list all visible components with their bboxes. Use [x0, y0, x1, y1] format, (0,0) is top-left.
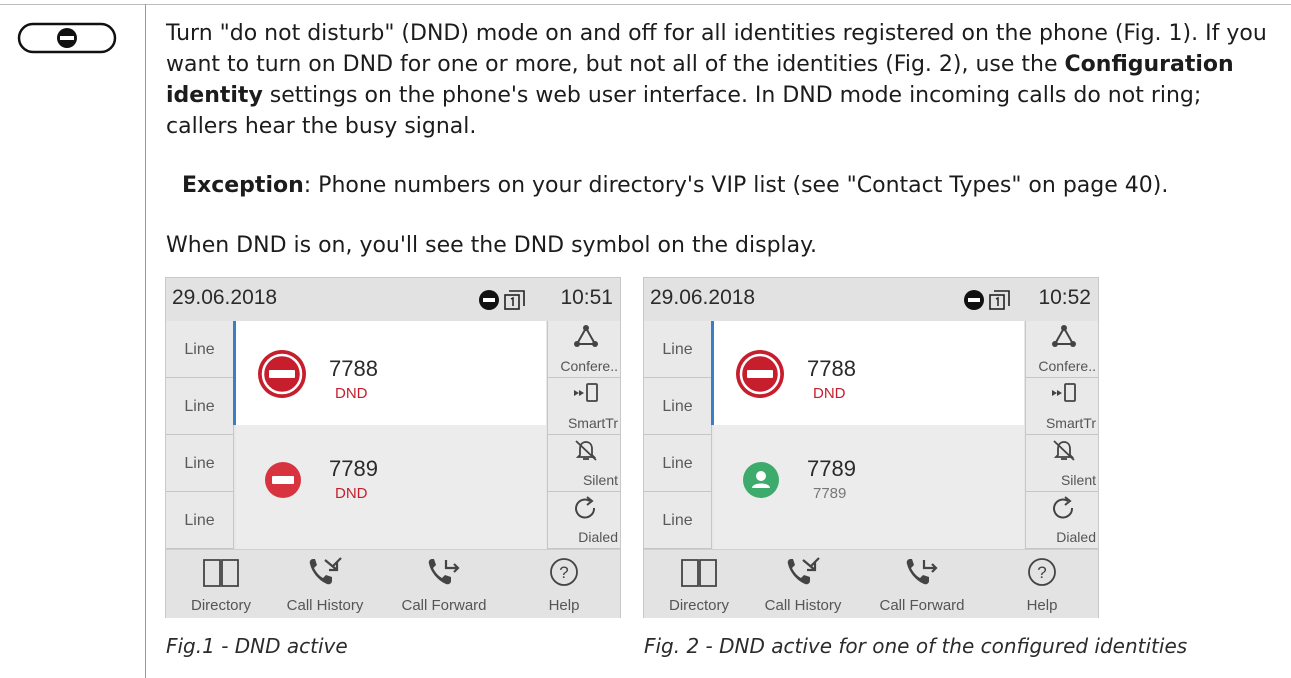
status-time: 10:52	[1038, 286, 1091, 309]
call-status: 7789	[813, 485, 847, 502]
dnd-status-icon	[736, 350, 784, 398]
status-date: 29.06.2018	[172, 286, 278, 309]
call-forward-icon	[906, 559, 938, 585]
help-button[interactable]: ? Help	[509, 550, 619, 618]
directory-icon	[203, 559, 239, 587]
conference-icon	[1052, 325, 1076, 347]
call-number: 7788	[329, 356, 378, 381]
line-key[interactable]: Line	[166, 492, 234, 549]
conference-softkey[interactable]: Confere..	[1025, 321, 1098, 378]
line-key[interactable]: Line	[644, 378, 712, 435]
dnd-status-icon	[479, 290, 499, 310]
line-key[interactable]: Line	[166, 321, 234, 378]
figure2-caption: Fig. 2 - DND active for one of the confi…	[644, 634, 1188, 658]
identity-icon	[989, 290, 1010, 310]
conference-icon	[574, 325, 598, 347]
call-forward-button[interactable]: Call Forward	[389, 550, 499, 618]
dialed-softkey[interactable]: Dialed	[547, 492, 620, 549]
status-date: 29.06.2018	[650, 286, 756, 309]
dnd-status-icon	[258, 350, 306, 398]
dnd-status-icon	[964, 290, 984, 310]
line-key[interactable]: Line	[644, 321, 712, 378]
svg-text:?: ?	[1037, 563, 1046, 582]
dnd-key-icon	[17, 22, 117, 54]
call-list: 7788 DND 7789 7789	[714, 321, 1024, 549]
line-key[interactable]: Line	[644, 435, 712, 492]
line-key[interactable]: Line	[644, 492, 712, 549]
exception-note: Exception: Phone numbers on your directo…	[182, 173, 1169, 198]
call-number: 7788	[807, 356, 856, 381]
conference-softkey[interactable]: Confere..	[547, 321, 620, 378]
silent-icon	[575, 440, 597, 461]
help-icon: ?	[550, 558, 578, 586]
svg-text:?: ?	[559, 563, 568, 582]
silent-softkey[interactable]: Silent	[547, 435, 620, 492]
help-button[interactable]: ? Help	[987, 550, 1097, 618]
top-rule	[0, 4, 1291, 5]
column-rule	[145, 4, 146, 678]
silent-icon	[1053, 440, 1075, 461]
call-status: DND	[335, 385, 368, 402]
dialed-icon	[575, 496, 596, 519]
call-history-button[interactable]: Call History	[270, 550, 380, 618]
bottom-bar: Directory Call History Call Forward ? He…	[644, 549, 1098, 618]
call-entry[interactable]: 7788 DND	[714, 321, 1024, 425]
smart-transfer-icon	[1052, 383, 1076, 402]
dialed-icon	[1053, 496, 1074, 519]
dnd-display-note: When DND is on, you'll see the DND symbo…	[166, 233, 818, 258]
call-forward-button[interactable]: Call Forward	[867, 550, 977, 618]
smart-transfer-icon	[574, 383, 598, 402]
softkey-column: Confere.. SmartTr Silent Dialed	[1025, 321, 1098, 549]
call-entry[interactable]: 7788 DND	[236, 321, 546, 425]
dialed-softkey[interactable]: Dialed	[1025, 492, 1098, 549]
call-status: DND	[335, 485, 368, 502]
call-status: DND	[813, 385, 846, 402]
softkey-column: Confere.. SmartTr Silent Dialed	[547, 321, 620, 549]
call-history-icon	[309, 557, 342, 585]
line-key[interactable]: Line	[166, 378, 234, 435]
call-list: 7788 DND 7789 DND	[236, 321, 546, 549]
directory-button[interactable]: Directory	[644, 550, 754, 618]
line-keys: Line Line Line Line	[166, 321, 234, 549]
dnd-description: Turn "do not disturb" (DND) mode on and …	[166, 21, 1267, 139]
phone-screen-fig1: 29.06.2018 10:51 Line Line Line Line 778…	[165, 277, 621, 618]
call-entry[interactable]: 7789 7789	[714, 425, 1024, 549]
line-key[interactable]: Line	[166, 435, 234, 492]
call-forward-icon	[428, 559, 460, 585]
status-bar: 29.06.2018 10:52	[644, 278, 1098, 321]
smart-transfer-softkey[interactable]: SmartTr	[1025, 378, 1098, 435]
call-entry[interactable]: 7789 DND	[236, 425, 546, 549]
call-number: 7789	[329, 456, 378, 481]
phone-screen-fig2: 29.06.2018 10:52 Line Line Line Line 778…	[643, 277, 1099, 618]
status-bar: 29.06.2018 10:51	[166, 278, 620, 321]
directory-button[interactable]: Directory	[166, 550, 276, 618]
figure1-caption: Fig.1 - DND active	[166, 634, 348, 658]
silent-softkey[interactable]: Silent	[1025, 435, 1098, 492]
call-number: 7789	[807, 456, 856, 481]
line-keys: Line Line Line Line	[644, 321, 712, 549]
identity-icon	[504, 290, 525, 310]
call-history-icon	[787, 557, 820, 585]
call-history-button[interactable]: Call History	[748, 550, 858, 618]
smart-transfer-softkey[interactable]: SmartTr	[547, 378, 620, 435]
bottom-bar: Directory Call History Call Forward ? He…	[166, 549, 620, 618]
help-icon: ?	[1028, 558, 1056, 586]
dnd-status-icon	[265, 462, 301, 498]
directory-icon	[681, 559, 717, 587]
status-time: 10:51	[560, 286, 613, 309]
available-person-icon	[743, 462, 779, 498]
